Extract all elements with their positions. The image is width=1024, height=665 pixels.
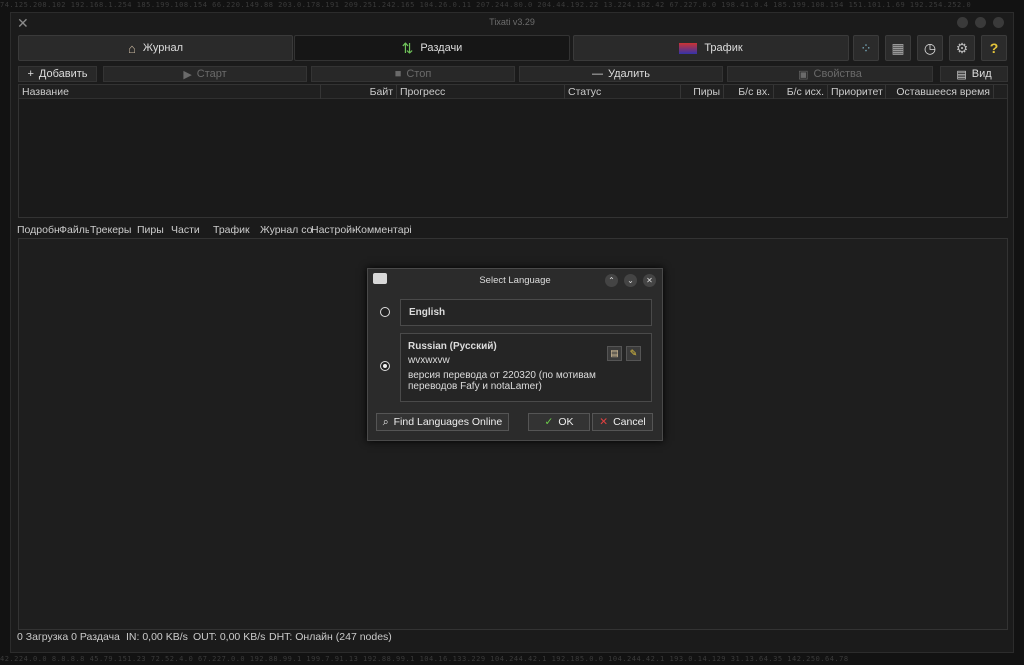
cancel-button[interactable]: ✕ Cancel xyxy=(592,413,653,431)
house-icon: ⌂ xyxy=(128,40,136,56)
tab-options[interactable]: Настройк xyxy=(311,224,355,236)
pin-button[interactable] xyxy=(957,17,968,28)
tab-transfers[interactable]: ⇅ Раздачи xyxy=(294,35,570,61)
remove-button[interactable]: — Удалить xyxy=(519,66,723,82)
view-label: Вид xyxy=(971,68,992,80)
language-author: wvxwxvw xyxy=(408,355,450,366)
table-header: Название Байт Прогресс Статус Пиры Б/с в… xyxy=(19,85,1007,99)
russian-radio[interactable] xyxy=(380,361,390,371)
help-icon[interactable]: ? xyxy=(981,35,1007,61)
transfers-count: 0 Загрузка 0 Раздача xyxy=(17,631,120,643)
tab-traffic-detail[interactable]: Трафик xyxy=(213,224,253,236)
tab-traffic[interactable]: Трафик xyxy=(573,35,849,61)
play-icon: ▶ xyxy=(183,68,192,81)
tab-pieces[interactable]: Части xyxy=(171,224,201,236)
select-language-dialog: Select Language ⌃ ⌄ ✕ English Russian (Р… xyxy=(367,268,663,441)
tab-peers[interactable]: Пиры xyxy=(137,224,167,236)
properties-button[interactable]: ▣ Свойства xyxy=(727,66,933,82)
background-text-bottom: 42.224.0.0 8.8.8.8 45.79.151.23 72.52.4.… xyxy=(0,655,849,663)
background-text-top: 74.125.208.102 192.168.1.254 185.199.108… xyxy=(0,1,972,9)
col-time-left[interactable]: Оставшееся время xyxy=(886,85,994,99)
ok-button[interactable]: ✓ OK xyxy=(528,413,590,431)
find-languages-label: Find Languages Online xyxy=(393,416,503,428)
settings-gear-icon[interactable]: ⚙ xyxy=(949,35,975,61)
tab-label: Трафик xyxy=(704,42,743,54)
dialog-minimize-button[interactable]: ⌄ xyxy=(624,274,637,287)
language-name: English xyxy=(409,307,446,318)
english-option[interactable]: English xyxy=(400,299,652,326)
tab-journal[interactable]: ⌂ Журнал xyxy=(18,35,293,61)
find-languages-button[interactable]: ⌕ Find Languages Online xyxy=(376,413,509,431)
stop-label: Стоп xyxy=(406,68,432,80)
graph-icon xyxy=(679,42,698,54)
bandwidth-meter-icon[interactable]: ▦ xyxy=(885,35,911,61)
add-button[interactable]: + Добавить xyxy=(18,66,97,82)
properties-icon: ▣ xyxy=(798,68,809,81)
title-bar: ✕ Tixati v3.29 xyxy=(11,13,1013,33)
col-out-speed[interactable]: Б/с исх. xyxy=(774,85,828,99)
tab-label: Раздачи xyxy=(420,42,463,54)
language-description-1: версия перевода от 220320 (по мотивам xyxy=(408,370,596,381)
col-in-speed[interactable]: Б/с вх. xyxy=(724,85,774,99)
edit-translation-icon[interactable]: ▤ xyxy=(607,346,622,361)
tab-comments[interactable]: Комментарі xyxy=(355,224,413,236)
minimize-button[interactable] xyxy=(975,17,986,28)
broom-clear-icon[interactable]: ✎ xyxy=(626,346,641,361)
start-button[interactable]: ▶ Старт xyxy=(103,66,307,82)
minus-icon: — xyxy=(592,68,603,80)
english-radio[interactable] xyxy=(380,307,390,317)
properties-label: Свойства xyxy=(813,68,862,80)
out-speed: OUT: 0,00 KB/s xyxy=(193,631,266,643)
language-description-2: переводов Fafy и notaLamer) xyxy=(408,381,542,392)
remove-label: Удалить xyxy=(608,68,650,80)
ok-label: OK xyxy=(558,416,574,428)
clock-icon[interactable]: ◷ xyxy=(917,35,943,61)
col-priority[interactable]: Приоритет xyxy=(828,85,886,99)
tab-label: Журнал xyxy=(142,42,183,54)
cross-icon: ✕ xyxy=(599,416,609,428)
dht-status: DHT: Онлайн (247 nodes) xyxy=(269,631,392,643)
checkmark-icon: ✓ xyxy=(544,416,554,428)
col-peers[interactable]: Пиры xyxy=(681,85,724,99)
col-status[interactable]: Статус xyxy=(565,85,681,99)
dialog-title-bar: Select Language ⌃ ⌄ ✕ xyxy=(368,269,662,291)
magnifier-icon: ⌕ xyxy=(382,415,389,428)
window-title: Tixati v3.29 xyxy=(489,17,535,27)
arrows-updown-icon: ⇅ xyxy=(401,39,414,56)
transfers-table[interactable]: Название Байт Прогресс Статус Пиры Б/с в… xyxy=(18,84,1008,218)
russian-option[interactable]: Russian (Русский) wvxwxvw версия перевод… xyxy=(400,333,652,402)
tab-details[interactable]: Подробн xyxy=(17,224,59,236)
view-grid-icon: ▤ xyxy=(956,68,967,81)
plus-icon: + xyxy=(27,68,34,80)
tab-files[interactable]: Файлы xyxy=(59,224,89,236)
tab-event-log[interactable]: Журнал со xyxy=(260,224,312,236)
dialog-close-button[interactable]: ✕ xyxy=(643,274,656,287)
col-bytes[interactable]: Байт xyxy=(321,85,397,99)
col-progress[interactable]: Прогресс xyxy=(397,85,565,99)
in-speed: IN: 0,00 KB/s xyxy=(126,631,188,643)
close-button[interactable] xyxy=(993,17,1004,28)
stop-button[interactable]: ■ Стоп xyxy=(311,66,515,82)
add-label: Добавить xyxy=(38,68,88,80)
cancel-label: Cancel xyxy=(613,416,646,428)
dialog-pin-button[interactable]: ⌃ xyxy=(605,274,618,287)
view-button[interactable]: ▤ Вид xyxy=(940,66,1008,82)
peers-network-icon[interactable]: ⁘ xyxy=(853,35,879,61)
tab-trackers[interactable]: Трекеры xyxy=(90,224,135,236)
col-name[interactable]: Название xyxy=(19,85,321,99)
language-name: Russian (Русский) xyxy=(408,341,497,352)
stop-icon: ■ xyxy=(394,68,402,80)
start-label: Старт xyxy=(196,68,227,80)
